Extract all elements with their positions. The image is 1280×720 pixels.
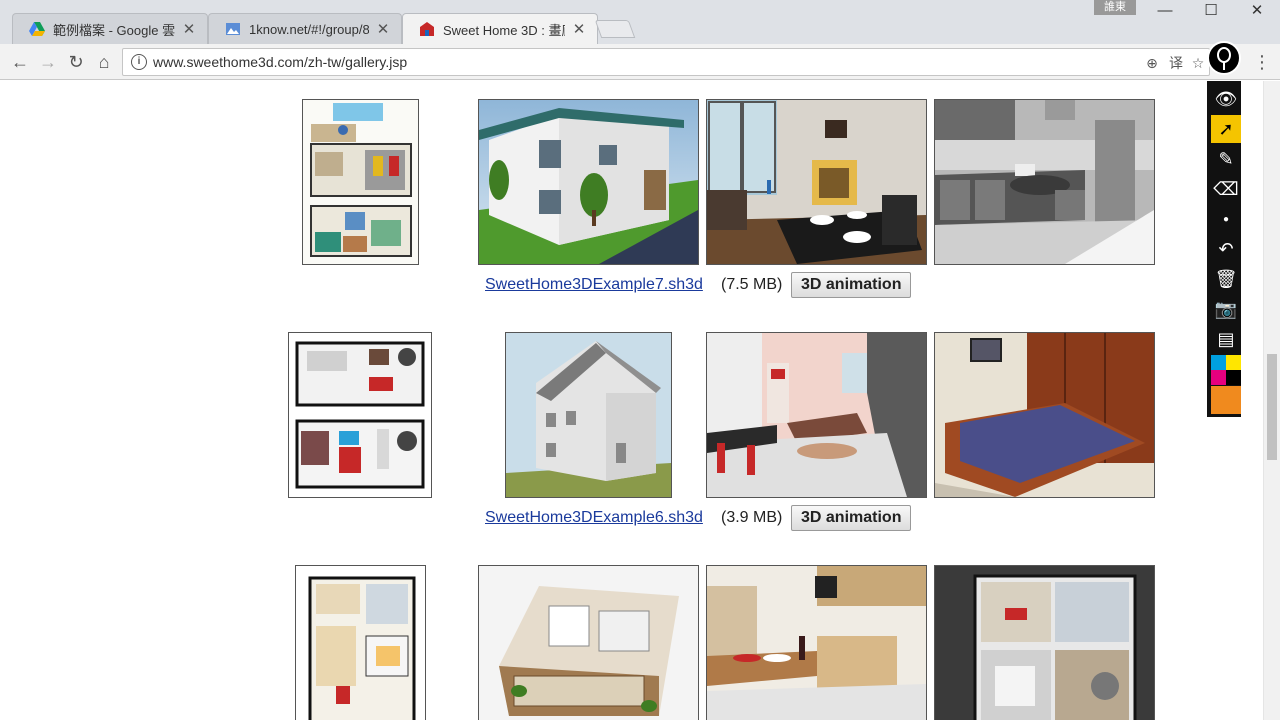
browser-toolbar: ← → ↻ ⌂ i www.sweethome3d.com/zh-tw/gall… [0, 44, 1280, 80]
color-swatch-black[interactable] [1226, 370, 1241, 385]
google-drive-icon [29, 22, 45, 36]
forward-arrow-icon[interactable]: → [36, 50, 60, 74]
file-download-link[interactable]: SweetHome3DExample6.sh3d [485, 509, 703, 527]
address-bar[interactable]: i www.sweethome3d.com/zh-tw/gallery.jsp … [122, 48, 1210, 76]
zoom-icon[interactable]: ⊕ [1143, 54, 1161, 72]
pen-icon[interactable]: ✎ [1211, 145, 1241, 173]
tab-1know[interactable]: 1know.net/#!/group/8c ✕ [208, 13, 402, 44]
3d-animation-button[interactable]: 3D animation [791, 272, 912, 298]
sweet-home-3d-icon [420, 22, 434, 36]
window-close-icon[interactable]: ✕ [1234, 0, 1280, 22]
image-icon [226, 23, 240, 35]
new-tab-button[interactable] [594, 20, 636, 38]
close-icon[interactable]: ✕ [375, 20, 391, 38]
floor-plan-thumbnail[interactable] [295, 565, 426, 720]
close-icon[interactable]: ✕ [571, 20, 587, 38]
info-icon[interactable]: i [131, 54, 147, 70]
address-url: www.sweethome3d.com/zh-tw/gallery.jsp [153, 54, 408, 70]
annotation-pen-icon[interactable] [1207, 41, 1241, 75]
color-swatch-magenta[interactable] [1211, 370, 1226, 385]
browser-menu-icon[interactable]: ⋮ [1252, 50, 1272, 74]
dining-room-render-thumbnail[interactable] [706, 332, 927, 498]
page-scrollbar[interactable] [1263, 81, 1280, 720]
brush-size-icon[interactable]: ● [1211, 205, 1241, 233]
apartment-top-view-thumbnail[interactable] [934, 565, 1155, 720]
floor-plan-thumbnail[interactable] [302, 99, 419, 265]
tab-title: 1know.net/#!/group/8c [249, 21, 369, 37]
camera-icon[interactable]: 📷 [1211, 295, 1241, 323]
reload-icon[interactable]: ↻ [64, 50, 88, 74]
scrollbar-thumb[interactable] [1267, 354, 1277, 460]
kitchen-render-thumbnail[interactable] [934, 99, 1155, 265]
eraser-icon[interactable]: ⌫ [1211, 175, 1241, 203]
exterior-render-thumbnail[interactable] [505, 332, 672, 498]
tab-sweet-home-3d[interactable]: Sweet Home 3D : 畫廊 ✕ [402, 13, 598, 44]
floor-plan-thumbnail[interactable] [288, 332, 432, 498]
kitchen-render-thumbnail[interactable] [706, 565, 927, 720]
color-swatch-yellow[interactable] [1226, 355, 1241, 370]
tab-google-drive[interactable]: 範例檔案 - Google 雲端 ✕ [12, 13, 208, 44]
file-size-label: (3.9 MB) [721, 509, 783, 526]
gallery-page: SweetHome3DExample7.sh3d (7.5 MB) 3D ani… [0, 81, 1263, 720]
color-swatch-cyan[interactable] [1211, 355, 1226, 370]
trash-icon[interactable]: 🗑 [1211, 265, 1241, 293]
whiteboard-icon[interactable]: ▤ [1211, 325, 1241, 353]
back-arrow-icon[interactable]: ← [8, 50, 32, 74]
cursor-arrow-icon[interactable]: ➚ [1211, 115, 1241, 143]
bookmark-star-icon[interactable]: ☆ [1189, 54, 1207, 72]
file-download-link[interactable]: SweetHome3DExample7.sh3d [485, 276, 703, 294]
translate-icon[interactable]: 译 [1167, 54, 1185, 72]
home-icon[interactable]: ⌂ [92, 50, 116, 74]
profile-badge[interactable]: 誰東 [1094, 0, 1136, 15]
exterior-render-thumbnail[interactable] [478, 99, 699, 265]
undo-icon[interactable]: ↶ [1211, 235, 1241, 263]
current-color-swatch[interactable] [1211, 386, 1241, 414]
cutaway-render-thumbnail[interactable] [478, 565, 699, 720]
minimize-icon[interactable]: — [1142, 0, 1188, 22]
close-icon[interactable]: ✕ [181, 20, 197, 38]
file-size-label: (7.5 MB) [721, 276, 783, 293]
3d-animation-button[interactable]: 3D animation [791, 505, 912, 531]
bedroom-render-thumbnail[interactable] [934, 332, 1155, 498]
tab-title: 範例檔案 - Google 雲端 [53, 22, 175, 38]
maximize-icon[interactable]: ☐ [1188, 0, 1234, 22]
living-room-render-thumbnail[interactable] [706, 99, 927, 265]
annotation-toolbar: 👁 ➚ ✎ ⌫ ● ↶ 🗑 📷 ▤ [1207, 81, 1241, 417]
browser-tab-strip: 範例檔案 - Google 雲端 ✕ 1know.net/#!/group/8c… [0, 0, 1280, 44]
tab-title: Sweet Home 3D : 畫廊 [443, 22, 565, 38]
eye-icon[interactable]: 👁 [1211, 85, 1241, 113]
